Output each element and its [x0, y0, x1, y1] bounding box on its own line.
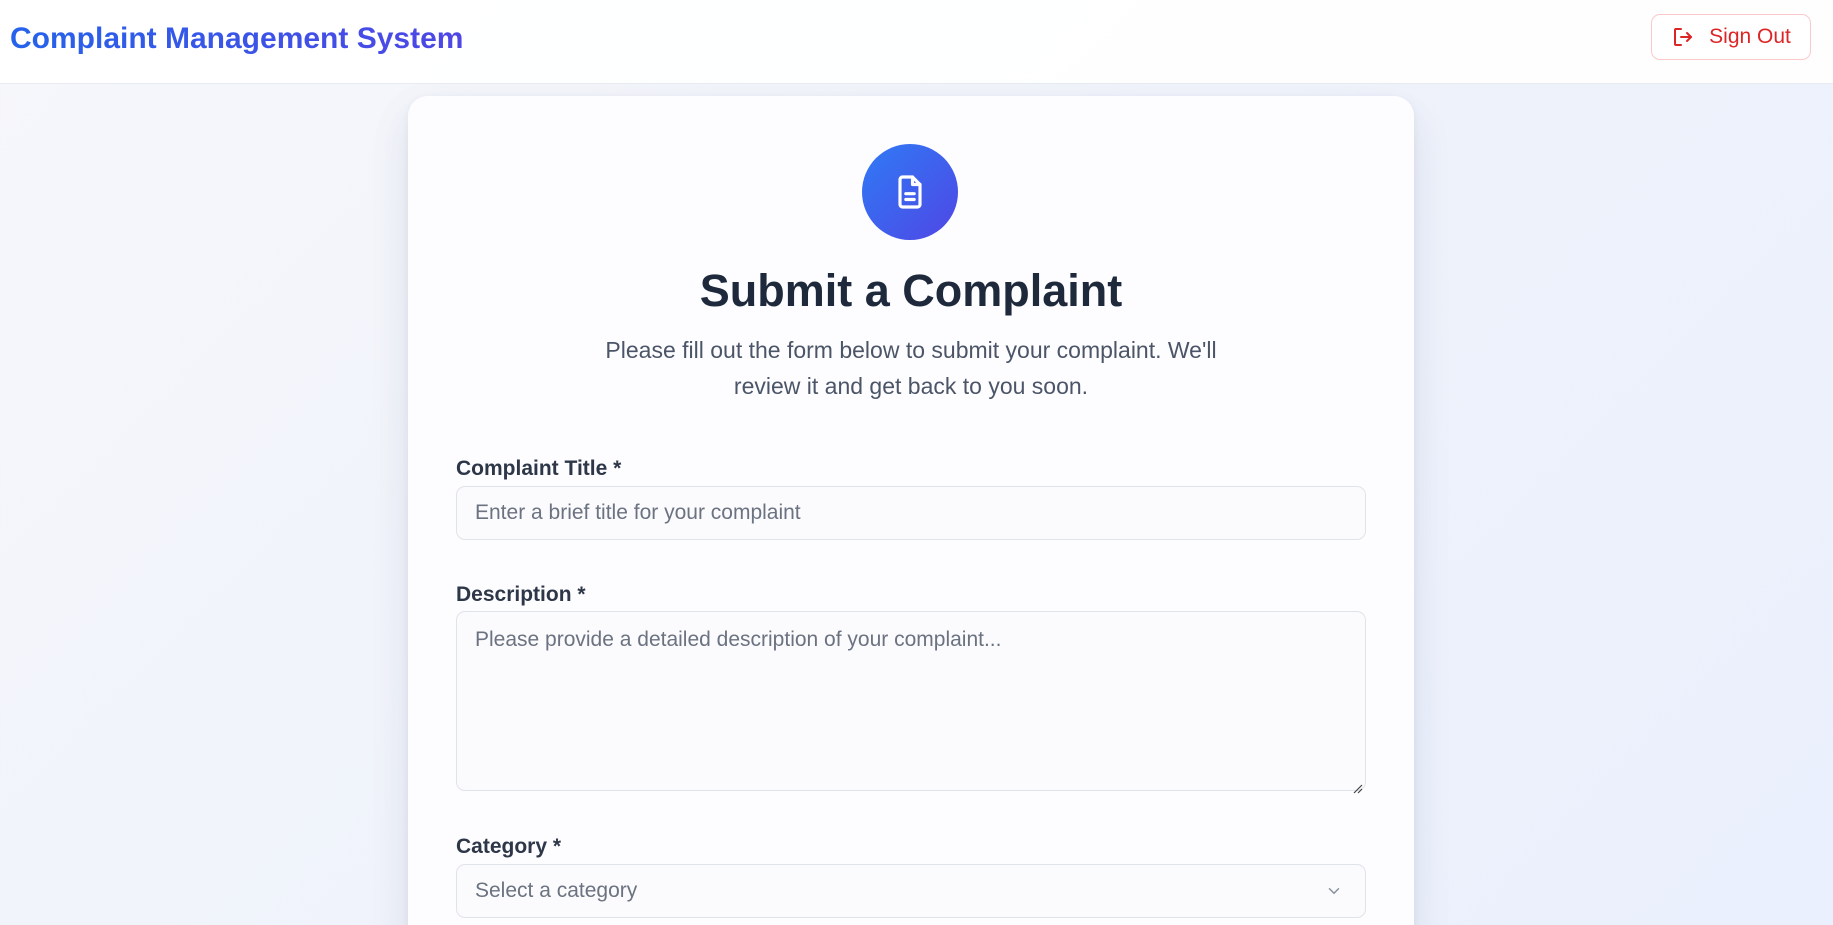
form-heading: Submit a Complaint — [699, 265, 1123, 316]
document-icon — [862, 144, 958, 240]
sign-out-label: Sign Out — [1709, 25, 1791, 48]
category-select[interactable]: Select a category — [456, 864, 1366, 918]
resize-grip-icon[interactable] — [1351, 776, 1363, 794]
category-label: Category * — [456, 835, 562, 858]
app-title: Complaint Management System — [10, 20, 463, 58]
top-navbar: Complaint Management System Sign Out — [0, 0, 1833, 84]
complaint-form-card: Submit a Complaint Please fill out the f… — [408, 96, 1414, 925]
sign-out-button[interactable]: Sign Out — [1651, 14, 1811, 60]
form-subtitle: Please fill out the form below to submit… — [605, 337, 1217, 399]
log-out-icon — [1671, 25, 1695, 49]
form-heading-wrap: Submit a Complaint — [408, 264, 1414, 318]
complaint-title-input[interactable]: Enter a brief title for your complaint — [456, 486, 1366, 540]
description-label: Description * — [456, 583, 586, 606]
complaint-title-label: Complaint Title * — [456, 457, 622, 480]
category-selected-value: Select a category — [475, 879, 638, 902]
complaint-title-placeholder: Enter a brief title for your complaint — [475, 501, 801, 524]
description-placeholder: Please provide a detailed description of… — [475, 628, 1002, 651]
description-textarea[interactable]: Please provide a detailed description of… — [456, 611, 1366, 794]
chevron-down-icon — [1325, 882, 1343, 900]
